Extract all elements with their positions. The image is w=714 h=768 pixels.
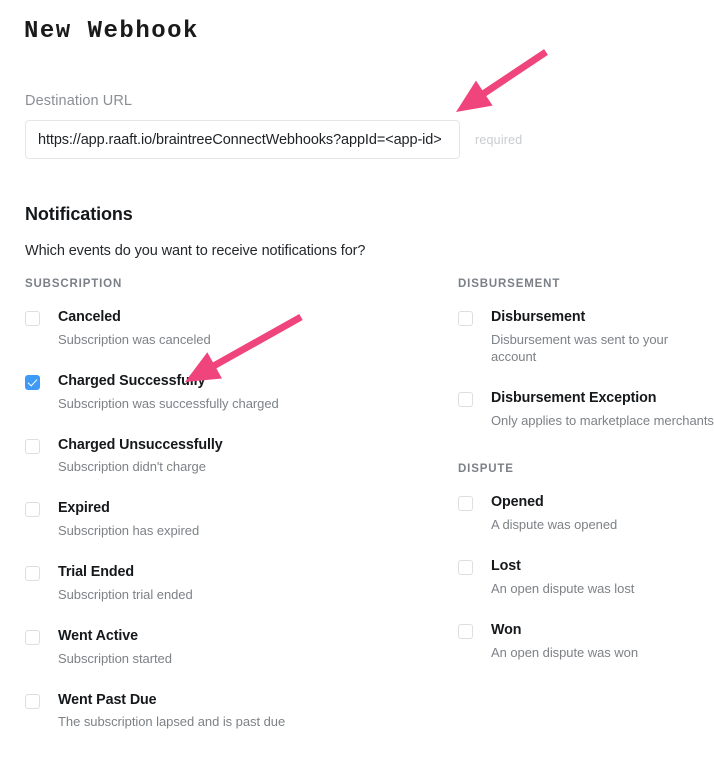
notification-option-label: Opened xyxy=(491,494,544,511)
notifications-right-column: DISBURSEMENT Disbursement Disbursement was… xyxy=(430,278,714,731)
notifications-left-column: SUBSCRIPTION Canceled Subscription was can… xyxy=(0,278,430,731)
checkbox-went-past-due[interactable] xyxy=(25,693,40,709)
group-heading-subscription: SUBSCRIPTION xyxy=(25,278,123,290)
checkbox-charged-unsuccessfully[interactable] xyxy=(25,438,40,454)
notification-option[interactable]: Went Active Subscription started xyxy=(25,628,430,668)
notification-option-text: Charged Successfully Subscription was suc… xyxy=(58,373,279,413)
notification-option[interactable]: Disbursement Exception Only applies to ma… xyxy=(458,390,714,430)
notification-option-description: Subscription trial ended xyxy=(58,586,193,602)
notification-option-label: Charged Successfully xyxy=(58,372,206,389)
checkbox-charged-successfully[interactable] xyxy=(25,374,40,390)
notification-option-label: Trial Ended xyxy=(58,564,134,580)
notification-option-text: Went Past Due The subscription lapsed and… xyxy=(58,692,285,732)
notification-option-label: Expired xyxy=(58,500,110,517)
notification-option-label: Charged Unsuccessfully xyxy=(58,436,223,453)
arrow-shaft xyxy=(477,49,548,100)
notification-groups: SUBSCRIPTION Canceled Subscription was can… xyxy=(0,278,714,731)
notification-option-description: Subscription was successfully charged xyxy=(58,395,279,411)
notification-option-description: Subscription didn't charge xyxy=(58,459,206,475)
required-note: required xyxy=(475,132,523,147)
group-heading-disbursement: DISBURSEMENT xyxy=(458,278,561,290)
notification-option-label: Disbursement Exception xyxy=(491,389,657,406)
notification-option[interactable]: Opened A dispute was opened xyxy=(458,494,714,534)
notification-option-text: Disbursement Exception Only applies to ma… xyxy=(491,390,714,430)
group-heading-dispute: DISPUTE xyxy=(458,463,514,476)
notification-option[interactable]: Won An open dispute was won xyxy=(458,622,714,662)
notification-option-description: Subscription has expired xyxy=(58,523,200,539)
checkbox-went-active[interactable] xyxy=(25,629,40,645)
notification-option[interactable]: Canceled Subscription was canceled xyxy=(25,309,430,349)
notifications-heading: Notifications xyxy=(25,204,133,224)
notification-option-description: Subscription was canceled xyxy=(58,331,211,347)
notifications-subheading: Which events do you want to receive noti… xyxy=(25,243,366,259)
notification-option-description: An open dispute was lost xyxy=(491,581,635,596)
notification-option-label: Lost xyxy=(491,558,521,575)
notification-option-text: Won An open dispute was won xyxy=(491,622,638,662)
notification-option-description: Disbursement was sent to your account xyxy=(491,331,669,364)
checkbox-disbursement-exception[interactable] xyxy=(458,391,473,407)
notification-option[interactable]: Disbursement Disbursement was sent to you… xyxy=(458,309,714,366)
checkbox-disbursement[interactable] xyxy=(458,311,473,326)
destination-url-row: required xyxy=(25,120,522,159)
notification-option-description: Subscription started xyxy=(58,650,172,666)
notification-option[interactable]: Charged Successfully Subscription was suc… xyxy=(25,373,430,413)
notification-option[interactable]: Went Past Due The subscription lapsed and… xyxy=(25,692,430,732)
notification-option-label: Went Active xyxy=(58,627,138,644)
notification-option-text: Disbursement Disbursement was sent to you… xyxy=(491,309,714,366)
notification-option-text: Expired Subscription has expired xyxy=(58,500,199,540)
notification-option-text: Canceled Subscription was canceled xyxy=(58,309,211,349)
destination-url-input[interactable] xyxy=(25,120,460,159)
notification-option[interactable]: Expired Subscription has expired xyxy=(25,500,430,540)
checkbox-trial-ended[interactable] xyxy=(25,566,40,581)
notification-option-text: Went Active Subscription started xyxy=(58,628,172,668)
notification-option-label: Went Past Due xyxy=(58,691,157,708)
notification-option-label: Disbursement xyxy=(491,309,586,325)
page-title: New Webhook xyxy=(24,18,199,45)
notification-option-label: Won xyxy=(491,621,522,638)
notification-option[interactable]: Lost An open dispute was lost xyxy=(458,558,714,598)
notification-option-text: Opened A dispute was opened xyxy=(491,494,617,534)
notification-option-text: Charged Unsuccessfully Subscription didn'… xyxy=(58,437,223,477)
notification-option[interactable]: Trial Ended Subscription trial ended xyxy=(25,564,430,604)
notification-option-description: A dispute was opened xyxy=(491,517,618,533)
checkbox-expired[interactable] xyxy=(25,502,40,518)
arrow-to-destination-url xyxy=(456,49,548,112)
checkbox-won[interactable] xyxy=(458,623,473,639)
checkbox-opened[interactable] xyxy=(458,496,473,512)
arrow-head xyxy=(456,80,493,112)
notification-option-description: An open dispute was won xyxy=(491,644,639,660)
destination-url-label: Destination URL xyxy=(25,93,133,109)
notification-option[interactable]: Charged Unsuccessfully Subscription didn'… xyxy=(25,437,430,477)
notification-option-text: Lost An open dispute was lost xyxy=(491,558,634,598)
notification-option-text: Trial Ended Subscription trial ended xyxy=(58,564,193,604)
checkbox-canceled[interactable] xyxy=(25,311,40,326)
notification-option-description: The subscription lapsed and is past due xyxy=(58,714,286,730)
webhook-form-page: New Webhook Destination URL required Not… xyxy=(0,0,714,768)
notification-option-label: Canceled xyxy=(58,309,121,325)
notification-option-description: Only applies to marketplace merchants xyxy=(491,412,714,428)
checkbox-lost[interactable] xyxy=(458,560,473,576)
